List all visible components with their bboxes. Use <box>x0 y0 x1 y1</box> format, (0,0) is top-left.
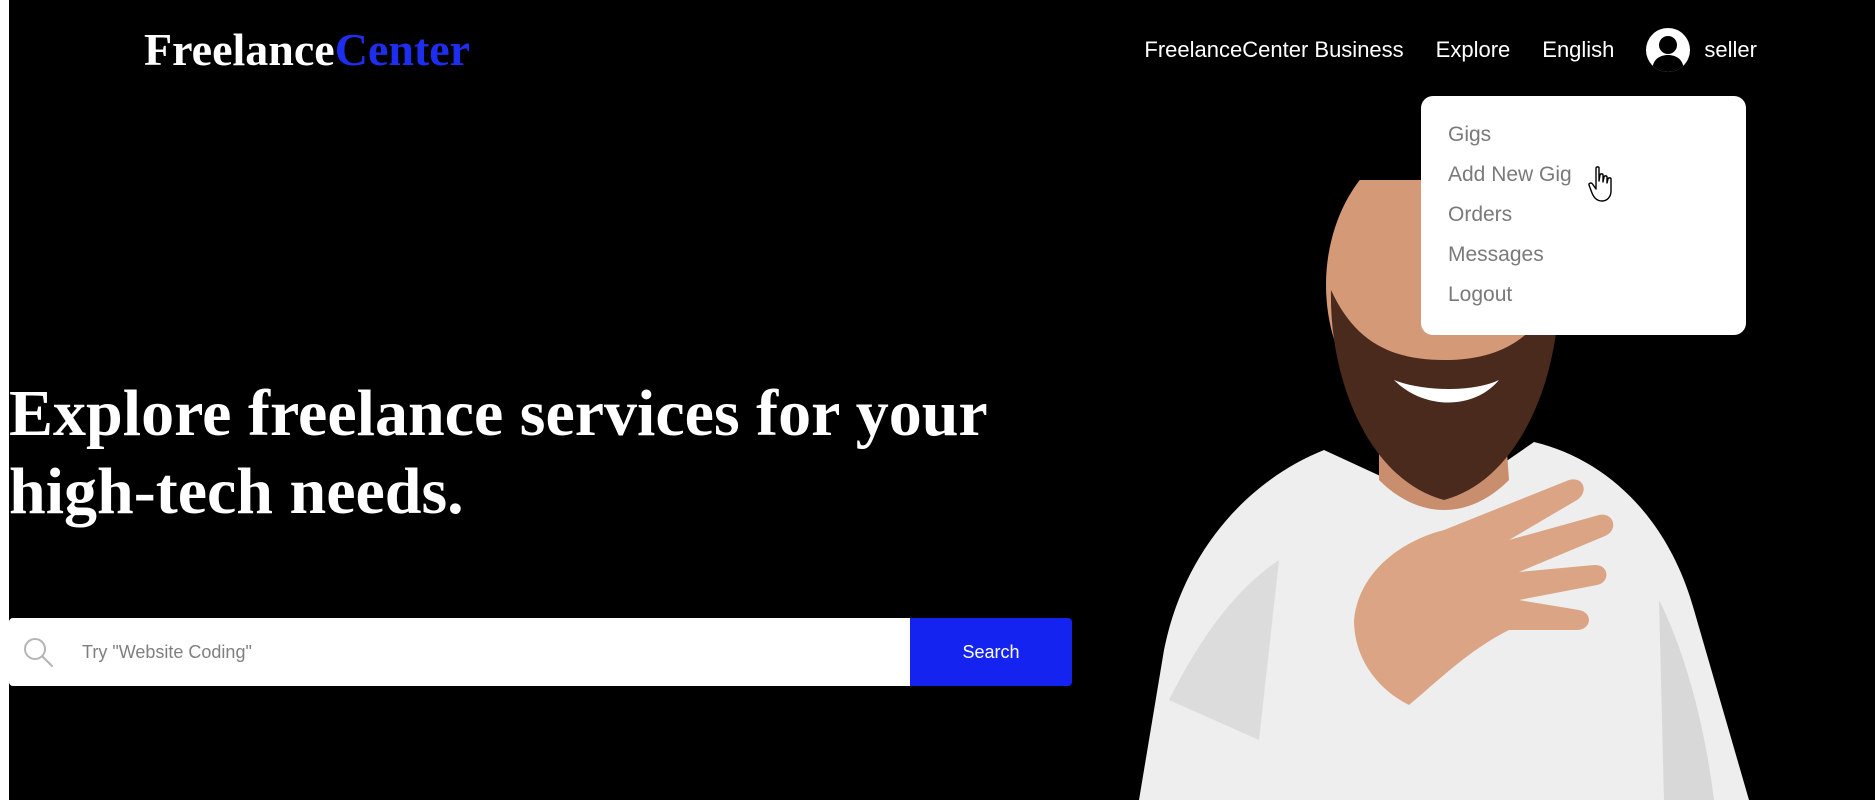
logo-text-center: Center <box>334 24 471 75</box>
menu-item-messages[interactable]: Messages <box>1448 240 1746 280</box>
page: FreelanceCenter FreelanceCenter Business… <box>0 0 1875 800</box>
search-bar: Search <box>9 618 1072 686</box>
main-nav: FreelanceCenter Business Explore English… <box>1144 25 1757 75</box>
hand-pointer-cursor-icon <box>1588 166 1612 202</box>
search-icon <box>24 638 53 667</box>
search-button[interactable]: Search <box>910 618 1072 686</box>
user-avatar-icon <box>1646 28 1691 72</box>
nav-business-link[interactable]: FreelanceCenter Business <box>1144 37 1403 63</box>
logo-text-freelance: Freelance <box>144 24 335 75</box>
menu-item-orders[interactable]: Orders <box>1448 200 1746 240</box>
hero-headline-line1: Explore freelance services for your <box>9 377 988 450</box>
user-name: seller <box>1704 37 1757 62</box>
search-input[interactable] <box>80 631 910 673</box>
user-menu-toggle[interactable]: seller <box>1646 28 1757 72</box>
site-logo[interactable]: FreelanceCenter <box>144 22 470 78</box>
user-dropdown-menu: Gigs Add New Gig Orders Messages Logout <box>1421 96 1746 335</box>
menu-item-gigs[interactable]: Gigs <box>1448 120 1746 160</box>
nav-explore-link[interactable]: Explore <box>1436 37 1511 63</box>
hero-headline-line2: high-tech needs. <box>9 455 464 528</box>
search-field-wrapper <box>9 618 910 686</box>
menu-item-logout[interactable]: Logout <box>1448 280 1746 320</box>
hero-headline: Explore freelance services for your high… <box>9 375 1109 531</box>
nav-language-link[interactable]: English <box>1542 37 1614 63</box>
